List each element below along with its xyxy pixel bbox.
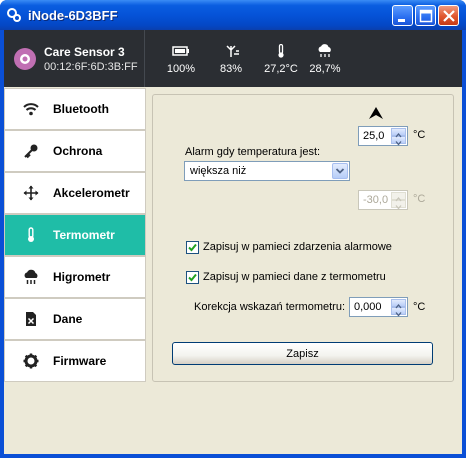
wifi-icon bbox=[23, 103, 39, 116]
correction-value: 0,000 bbox=[354, 301, 382, 313]
battery-icon bbox=[172, 46, 189, 56]
device-avatar bbox=[14, 48, 36, 70]
save-button[interactable]: Zapisz bbox=[172, 342, 433, 365]
save-thermo-data-label: Zapisuj w pamieci dane z termometru bbox=[203, 271, 386, 283]
sidebar-item-label: Akcelerometr bbox=[53, 186, 130, 200]
device-icon bbox=[20, 54, 30, 64]
temperature-value: 27,2°C bbox=[264, 63, 298, 75]
upper-threshold-stepper[interactable]: 25,0 bbox=[358, 126, 408, 146]
sidebar-item-firmware[interactable]: Firmware bbox=[4, 340, 146, 382]
app-gears-icon bbox=[7, 8, 21, 22]
chevron-down-icon bbox=[395, 205, 402, 210]
battery-status: 100% bbox=[158, 44, 204, 75]
stepper-up-button[interactable] bbox=[391, 128, 406, 138]
alarm-condition-label: Alarm gdy temperatura jest: bbox=[185, 146, 321, 158]
sidebar-item-label: Firmware bbox=[53, 354, 107, 368]
key-icon bbox=[24, 144, 38, 159]
dropdown-button[interactable] bbox=[332, 163, 348, 179]
sidebar-item-dane[interactable]: Dane bbox=[4, 298, 146, 340]
thermometer-icon bbox=[278, 44, 284, 58]
thermometer-icon bbox=[28, 227, 34, 242]
close-button[interactable] bbox=[438, 5, 459, 26]
signal-antenna-icon bbox=[226, 45, 239, 57]
sidebar-item-label: Termometr bbox=[53, 228, 115, 242]
device-name: Care Sensor 3 bbox=[44, 45, 125, 59]
correction-label: Korekcja wskazań termometru: bbox=[194, 301, 345, 313]
chevron-down-icon bbox=[395, 312, 402, 317]
battery-value: 100% bbox=[166, 63, 196, 75]
save-alarm-events-checkbox[interactable] bbox=[186, 241, 199, 254]
correction-unit: °C bbox=[413, 301, 426, 313]
alarm-condition-value: większa niż bbox=[190, 165, 247, 177]
move-arrows-icon bbox=[23, 185, 39, 201]
cloud-rain-icon bbox=[24, 269, 38, 284]
chevron-down-icon bbox=[395, 141, 402, 146]
cloud-rain-icon bbox=[318, 44, 331, 57]
checkmark-icon bbox=[188, 243, 197, 252]
device-header: Care Sensor 3 00:12:6F:6D:3B:FF 100% 83%… bbox=[4, 30, 462, 87]
upper-threshold-unit: °C bbox=[413, 129, 426, 141]
sidebar-item-termometr[interactable]: Termometr bbox=[4, 214, 146, 256]
sidebar-item-label: Ochrona bbox=[53, 144, 103, 158]
stepper-down-button bbox=[391, 200, 406, 210]
window-client-area: Care Sensor 3 00:12:6F:6D:3B:FF 100% 83%… bbox=[4, 30, 462, 454]
minimize-icon bbox=[398, 19, 405, 22]
save-button-label: Zapisz bbox=[286, 348, 319, 360]
device-mac-address: 00:12:6F:6D:3B:FF bbox=[44, 61, 138, 73]
stepper-up-button[interactable] bbox=[391, 299, 406, 309]
save-thermo-data-checkbox[interactable] bbox=[186, 271, 199, 284]
humidity-status: 28,7% bbox=[302, 44, 348, 75]
arrow-up-icon bbox=[369, 107, 383, 119]
temperature-status: 27,2°C bbox=[258, 44, 304, 75]
gear-icon bbox=[23, 353, 39, 369]
sidebar-item-bluetooth[interactable]: Bluetooth bbox=[4, 88, 146, 130]
correction-stepper[interactable]: 0,000 bbox=[349, 297, 408, 317]
signal-status: 83% bbox=[208, 44, 254, 75]
lower-threshold-value: -30,0 bbox=[363, 194, 389, 206]
stepper-down-button[interactable] bbox=[391, 136, 406, 146]
minimize-button[interactable] bbox=[392, 5, 413, 26]
upper-threshold-value: 25,0 bbox=[363, 130, 385, 142]
save-alarm-events-label: Zapisuj w pamieci zdarzenia alarmowe bbox=[203, 241, 392, 253]
sidebar-nav: Bluetooth Ochrona Akcelerometr Termometr… bbox=[4, 87, 146, 385]
alarm-condition-select[interactable]: większa niż bbox=[184, 161, 350, 181]
stepper-down-button[interactable] bbox=[391, 307, 406, 317]
sidebar-item-akcelerometr[interactable]: Akcelerometr bbox=[4, 172, 146, 214]
sidebar-item-label: Bluetooth bbox=[53, 102, 109, 116]
checkmark-icon bbox=[188, 273, 197, 282]
sidebar-item-higrometr[interactable]: Higrometr bbox=[4, 256, 146, 298]
sidebar-item-ochrona[interactable]: Ochrona bbox=[4, 130, 146, 172]
sidebar-item-label: Higrometr bbox=[53, 270, 111, 284]
lower-threshold-stepper: -30,0 bbox=[358, 190, 408, 210]
close-icon bbox=[443, 10, 455, 22]
file-delete-icon bbox=[26, 312, 36, 326]
chevron-down-icon bbox=[335, 168, 345, 174]
stepper-up-button bbox=[391, 192, 406, 202]
thermometer-settings-panel bbox=[152, 94, 454, 382]
app-window: iNode-6D3BFF Care Sensor 3 00:12:6F:6D:3… bbox=[0, 0, 466, 458]
humidity-value: 28,7% bbox=[309, 63, 341, 75]
title-bar[interactable]: iNode-6D3BFF bbox=[0, 0, 466, 30]
header-divider bbox=[144, 30, 145, 87]
signal-value: 83% bbox=[219, 63, 243, 75]
window-title: iNode-6D3BFF bbox=[28, 8, 118, 23]
maximize-button[interactable] bbox=[415, 5, 436, 26]
lower-threshold-unit: °C bbox=[413, 193, 426, 205]
sidebar-item-label: Dane bbox=[53, 312, 83, 326]
maximize-icon bbox=[419, 9, 433, 23]
